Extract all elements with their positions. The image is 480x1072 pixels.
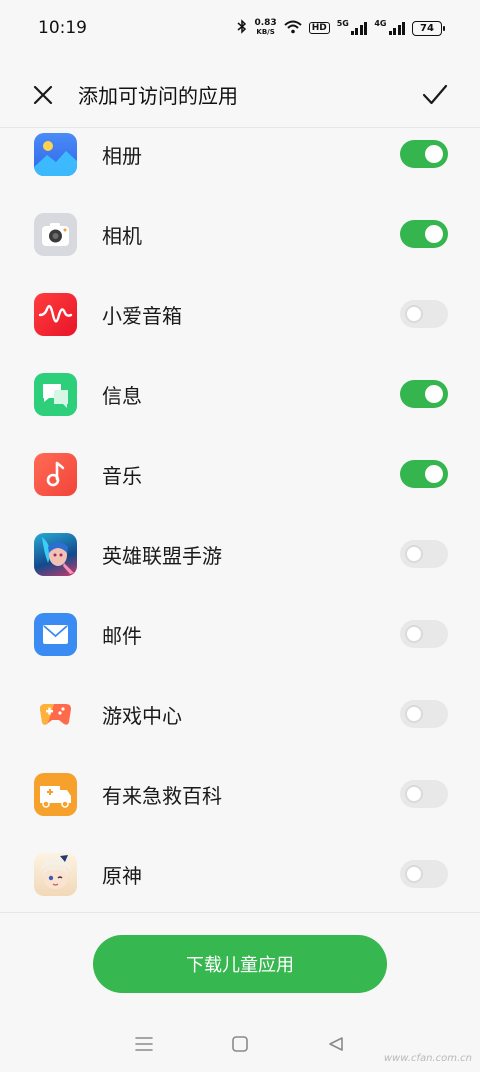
- app-label: 原神: [102, 863, 142, 888]
- app-row-messages: 信息: [0, 354, 480, 434]
- app-row-gallery: 相册: [0, 114, 480, 194]
- mail-icon: [34, 612, 77, 656]
- status-icons: 0.83 KB/S HD 5G 4G 74: [237, 18, 445, 37]
- app-row-game-center: 游戏中心: [0, 674, 480, 754]
- wifi-icon: [284, 20, 302, 37]
- toggle-knob: [405, 625, 423, 643]
- bluetooth-icon: [237, 19, 247, 37]
- app-row-mail: 邮件: [0, 594, 480, 674]
- toggle-xiaoai[interactable]: [400, 300, 448, 328]
- toggle-mail[interactable]: [400, 620, 448, 648]
- app-row-music: 音乐: [0, 434, 480, 514]
- toggle-knob: [425, 145, 443, 163]
- network-type-a: 5G: [336, 18, 349, 28]
- app-label: 相册: [102, 143, 142, 168]
- check-icon: [422, 84, 448, 104]
- app-label: 游戏中心: [102, 703, 182, 728]
- back-triangle-icon: [329, 1037, 343, 1051]
- game-center-icon: [34, 693, 77, 736]
- status-time: 10:19: [38, 18, 87, 38]
- speed-value: 0.83: [254, 18, 277, 28]
- toggle-knob: [425, 465, 443, 483]
- toggle-knob: [405, 545, 423, 563]
- toggle-lol[interactable]: [400, 540, 448, 568]
- toggle-knob: [405, 305, 423, 323]
- bottom-area: 下载儿童应用 www.cfan.com.cn: [0, 912, 480, 1072]
- menu-icon: [135, 1037, 153, 1051]
- menu-nav-button[interactable]: [129, 1029, 159, 1059]
- app-label: 有来急救百科: [102, 783, 222, 808]
- lol-game-icon: [34, 532, 77, 576]
- network-speed: 0.83 KB/S: [254, 19, 276, 37]
- app-row-genshin: 原神: [0, 834, 480, 914]
- app-label: 英雄联盟手游: [102, 543, 222, 568]
- toggle-knob: [425, 225, 443, 243]
- app-label: 小爱音箱: [102, 303, 182, 328]
- toggle-knob: [405, 705, 423, 723]
- app-label: 信息: [102, 383, 142, 408]
- close-button[interactable]: [30, 82, 56, 108]
- xiaoai-speaker-icon: [34, 292, 77, 336]
- toggle-gallery[interactable]: [400, 140, 448, 168]
- toggle-first-aid[interactable]: [400, 780, 448, 808]
- app-row-xiaoai: 小爱音箱: [0, 274, 480, 354]
- signal-icon: [350, 21, 368, 35]
- speed-unit: KB/S: [256, 28, 275, 36]
- app-row-first-aid: 有来急救百科: [0, 754, 480, 834]
- toggle-knob: [425, 385, 443, 403]
- network-type-b: 4G: [374, 18, 387, 28]
- toggle-knob: [405, 785, 423, 803]
- gallery-icon: [34, 132, 77, 176]
- home-nav-button[interactable]: [225, 1029, 255, 1059]
- app-label: 相机: [102, 223, 142, 248]
- watermark: www.cfan.com.cn: [383, 1053, 472, 1064]
- toggle-messages[interactable]: [400, 380, 448, 408]
- confirm-button[interactable]: [420, 80, 450, 110]
- app-row-camera: 相机: [0, 194, 480, 274]
- camera-icon: [34, 212, 77, 256]
- toggle-game-center[interactable]: [400, 700, 448, 728]
- back-nav-button[interactable]: [321, 1029, 351, 1059]
- page-title: 添加可访问的应用: [78, 84, 238, 108]
- toggle-genshin[interactable]: [400, 860, 448, 888]
- music-icon: [34, 452, 77, 496]
- toggle-music[interactable]: [400, 460, 448, 488]
- genshin-icon: [34, 852, 77, 896]
- signal-icon-2: [388, 21, 405, 35]
- download-kids-apps-button[interactable]: 下载儿童应用: [93, 935, 387, 993]
- ambulance-icon: [34, 772, 77, 816]
- app-label: 音乐: [102, 463, 142, 488]
- home-square-icon: [232, 1036, 248, 1052]
- app-label: 邮件: [102, 623, 142, 648]
- close-icon: [33, 85, 53, 104]
- battery-level: 74: [420, 22, 434, 34]
- toggle-knob: [405, 865, 423, 883]
- messages-icon: [34, 372, 77, 416]
- status-bar: 10:19 0.83 KB/S HD 5G 4G 74: [0, 0, 480, 56]
- battery-icon: 74: [412, 20, 445, 36]
- toggle-camera[interactable]: [400, 220, 448, 248]
- app-row-lol: 英雄联盟手游: [0, 514, 480, 594]
- hd-badge: HD: [308, 22, 330, 34]
